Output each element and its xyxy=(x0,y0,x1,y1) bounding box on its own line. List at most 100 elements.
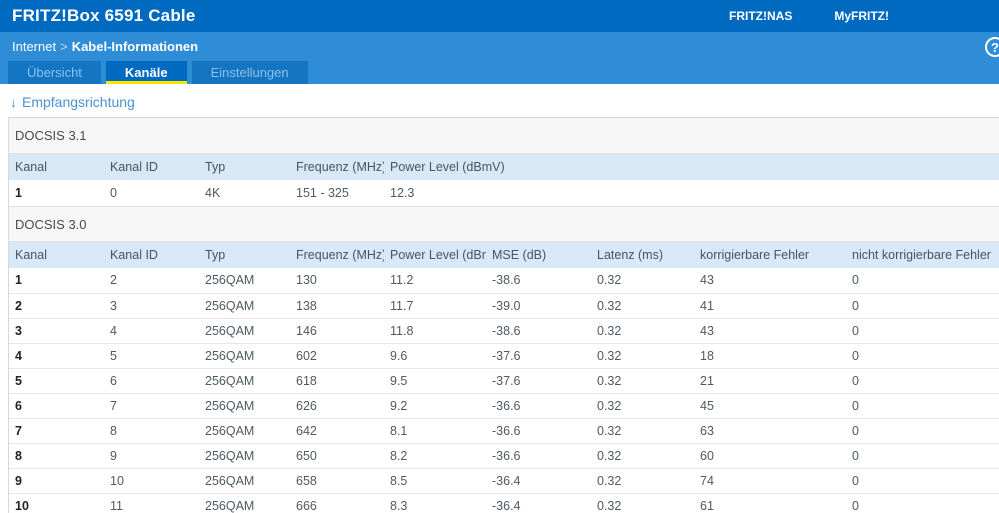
cell: 8.1 xyxy=(384,417,486,443)
cell: 256QAM xyxy=(199,342,290,368)
cell: 256QAM xyxy=(199,268,290,293)
cell: 41 xyxy=(694,292,846,318)
table-row: 7 8 256QAM 642 8.1 -36.6 0.32 63 0 xyxy=(9,417,999,443)
cell: 0.32 xyxy=(591,442,694,468)
cell: 11.2 xyxy=(384,268,486,293)
cell: -37.6 xyxy=(486,342,591,368)
cell: 0 xyxy=(846,292,999,318)
cell: 0 xyxy=(846,367,999,393)
tab-label: Einstellungen xyxy=(210,65,289,80)
cell: 8 xyxy=(9,442,104,468)
table-row: 1 0 4K 151 - 325 12.3 xyxy=(9,180,999,206)
tab-bar: Übersicht Kanäle Einstellungen xyxy=(8,61,308,84)
tab-uebersicht[interactable]: Übersicht xyxy=(8,61,101,84)
column-header: Typ xyxy=(199,242,290,268)
cell: 0.32 xyxy=(591,268,694,293)
table-row: 9 10 256QAM 658 8.5 -36.4 0.32 74 0 xyxy=(9,467,999,493)
active-tab-underline xyxy=(105,81,187,84)
cell: -38.6 xyxy=(486,268,591,293)
cell: 4K xyxy=(199,180,290,206)
cell: 130 xyxy=(290,268,384,293)
cell: 1 xyxy=(9,268,104,293)
cell: 0 xyxy=(846,467,999,493)
cell: -38.6 xyxy=(486,317,591,343)
cell: 11.8 xyxy=(384,317,486,343)
tab-kanaele[interactable]: Kanäle xyxy=(105,61,187,84)
cell: 7 xyxy=(104,392,199,418)
column-header: Kanal xyxy=(9,154,104,180)
column-header: Frequenz (MHz) xyxy=(290,154,384,180)
column-header: Power Level (dBmV) xyxy=(384,154,999,180)
cell: 151 - 325 xyxy=(290,180,384,206)
cell: 658 xyxy=(290,467,384,493)
top-bar: FRITZ!Box 6591 Cable FRITZ!NAS MyFRITZ! xyxy=(0,0,999,32)
column-header: Typ xyxy=(199,154,290,180)
cell: 8.5 xyxy=(384,467,486,493)
arrow-down-icon: ↓ xyxy=(10,94,17,110)
cell: 138 xyxy=(290,292,384,318)
cell: 256QAM xyxy=(199,492,290,513)
cell: 256QAM xyxy=(199,367,290,393)
docsis31-table: Kanal Kanal ID Typ Frequenz (MHz) Power Leve… xyxy=(9,154,999,206)
cell: 618 xyxy=(290,367,384,393)
table-row: 8 9 256QAM 650 8.2 -36.6 0.32 60 0 xyxy=(9,442,999,468)
app-title: FRITZ!Box 6591 Cable xyxy=(12,6,196,25)
empfangsrichtung-label: Empfangsrichtung xyxy=(22,94,135,110)
cell: 256QAM xyxy=(199,317,290,343)
cell: 8.3 xyxy=(384,492,486,513)
cell: 5 xyxy=(9,367,104,393)
cell: 3 xyxy=(104,292,199,318)
myfritz-link[interactable]: MyFRITZ! xyxy=(834,9,889,23)
cell: 63 xyxy=(694,417,846,443)
cell: 642 xyxy=(290,417,384,443)
cell: 11 xyxy=(104,492,199,513)
cell: 0.32 xyxy=(591,417,694,443)
cell: 146 xyxy=(290,317,384,343)
breadcrumb-separator: > xyxy=(60,39,68,54)
help-icon[interactable]: ? xyxy=(985,37,999,57)
breadcrumb-page: Kabel-Informationen xyxy=(71,39,199,54)
cell: 256QAM xyxy=(199,392,290,418)
cell: 4 xyxy=(9,342,104,368)
table-row: 5 6 256QAM 618 9.5 -37.6 0.32 21 0 xyxy=(9,367,999,393)
breadcrumb-section: Internet xyxy=(12,39,57,54)
empfangsrichtung-link[interactable]: ↓ Empfangsrichtung xyxy=(10,93,135,111)
breadcrumb: Internet > Kabel-Informationen xyxy=(0,32,999,54)
topbar-links: FRITZ!NAS MyFRITZ! xyxy=(729,0,889,32)
column-header: korrigierbare Fehler xyxy=(694,242,846,268)
cell: -36.6 xyxy=(486,392,591,418)
cell: 0.32 xyxy=(591,292,694,318)
cell: 0.32 xyxy=(591,367,694,393)
column-header: nicht korrigierbare Fehler xyxy=(846,242,999,268)
table-row: 4 5 256QAM 602 9.6 -37.6 0.32 18 0 xyxy=(9,342,999,368)
cell: 9.2 xyxy=(384,392,486,418)
tab-label: Kanäle xyxy=(124,65,168,80)
cell: -37.6 xyxy=(486,367,591,393)
cell: 0 xyxy=(846,492,999,513)
cell: 9.6 xyxy=(384,342,486,368)
cell: 9 xyxy=(104,442,199,468)
cell: 0 xyxy=(104,180,199,206)
cell: 10 xyxy=(9,492,104,513)
cell: 0 xyxy=(846,317,999,343)
table-header-row: Kanal Kanal ID Typ Frequenz (MHz) Power Leve… xyxy=(9,154,999,180)
column-header: Latenz (ms) xyxy=(591,242,694,268)
table-row: 10 11 256QAM 666 8.3 -36.4 0.32 61 0 xyxy=(9,492,999,513)
cell: 10 xyxy=(104,467,199,493)
cell: 650 xyxy=(290,442,384,468)
cell: 7 xyxy=(9,417,104,443)
cell: -36.6 xyxy=(486,442,591,468)
cell: 0 xyxy=(846,268,999,293)
docsis30-section-header: DOCSIS 3.0 xyxy=(9,206,999,242)
fritznas-link[interactable]: FRITZ!NAS xyxy=(729,9,792,23)
table-header-row: Kanal Kanal ID Typ Frequenz (MHz) Power Leve… xyxy=(9,242,999,268)
sub-bar: Internet > Kabel-Informationen ? Übersicht… xyxy=(0,32,999,84)
cell: 0 xyxy=(846,417,999,443)
cell: -36.6 xyxy=(486,417,591,443)
cell: 74 xyxy=(694,467,846,493)
tab-einstellungen[interactable]: Einstellungen xyxy=(191,61,308,84)
cell: -39.0 xyxy=(486,292,591,318)
cell: 2 xyxy=(9,292,104,318)
cell: 8.2 xyxy=(384,442,486,468)
cell: 602 xyxy=(290,342,384,368)
